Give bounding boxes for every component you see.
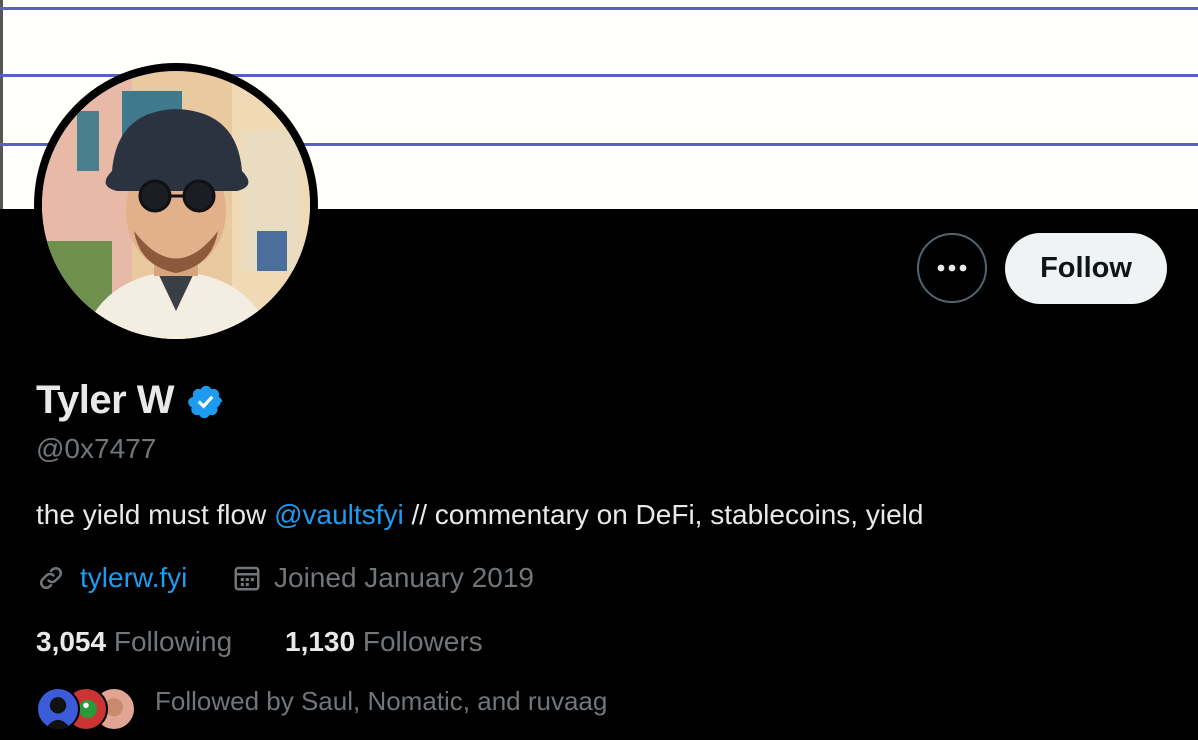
bio-mention-link[interactable]: @vaultsfyi <box>274 499 404 530</box>
banner-edge <box>0 0 3 209</box>
profile-name: Tyler W <box>36 378 175 422</box>
calendar-icon <box>234 566 260 591</box>
profile-avatar[interactable] <box>34 63 318 347</box>
following-stat[interactable]: 3,054 Following <box>36 626 232 658</box>
bio-text: // commentary on DeFi, stablecoins, yiel… <box>403 499 924 530</box>
website-item[interactable]: tylerw.fyi <box>36 562 187 594</box>
more-horizontal-icon <box>937 264 967 272</box>
follow-button[interactable]: Follow <box>1005 233 1167 304</box>
followers-label: Followers <box>362 626 483 657</box>
joined-item: Joined January 2019 <box>232 562 534 594</box>
profile-bio: the yield must flow @vaultsfyi // commen… <box>36 499 923 531</box>
following-label: Following <box>113 626 233 657</box>
profile-handle: @0x7477 <box>36 433 157 464</box>
joined-date: Joined January 2019 <box>274 562 534 593</box>
more-options-button[interactable] <box>917 233 987 303</box>
followed-by-text[interactable]: Followed by Saul, Nomatic, and ruvaag <box>155 686 607 717</box>
verified-badge-icon[interactable] <box>187 383 225 421</box>
following-count: 3,054 <box>36 626 107 657</box>
bio-text: the yield must flow <box>36 499 275 530</box>
followers-stat[interactable]: 1,130 Followers <box>285 626 483 658</box>
avatar-illustration <box>42 71 310 339</box>
followers-count: 1,130 <box>285 626 356 657</box>
website-link[interactable]: tylerw.fyi <box>80 562 187 594</box>
link-icon <box>39 566 63 590</box>
followed-by-avatars[interactable] <box>36 687 136 731</box>
avatar <box>36 687 80 731</box>
banner-line <box>0 7 1198 10</box>
